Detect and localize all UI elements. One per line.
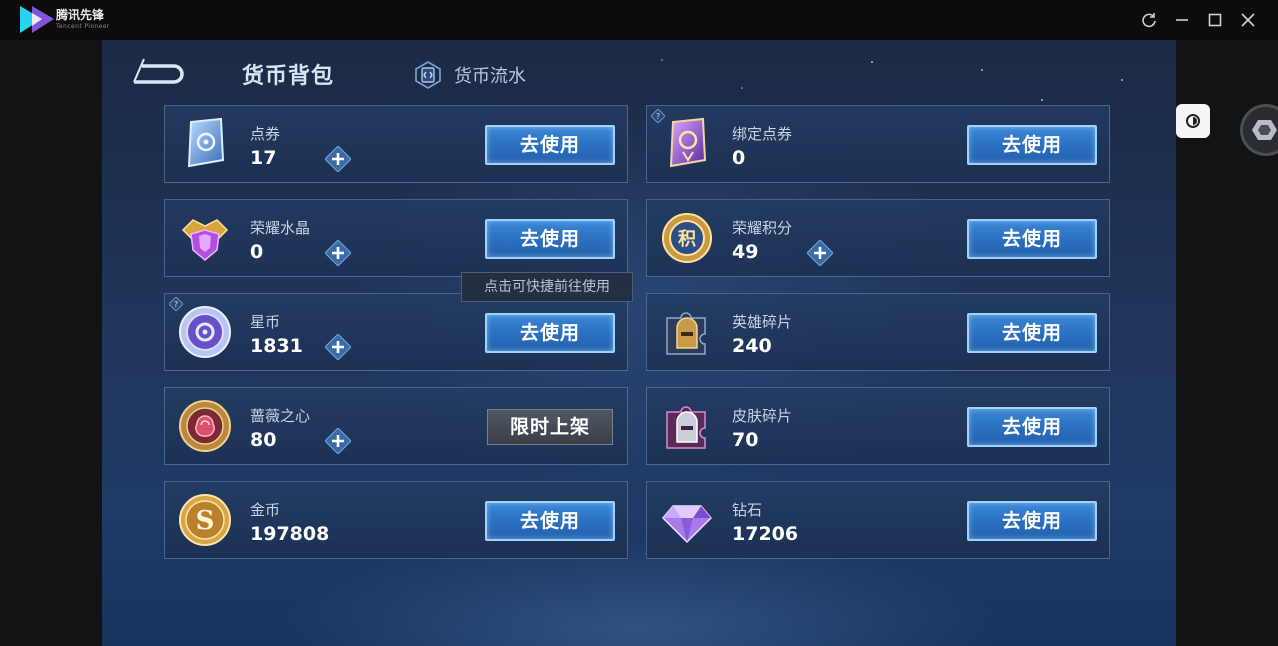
currency-card-star-coin: ? 星币 1831 去使用 [164, 293, 628, 371]
floating-toolbar-button[interactable] [1176, 104, 1210, 138]
quick-use-tooltip: 点击可快捷前往使用 [461, 272, 633, 302]
add-currency-button[interactable] [324, 239, 352, 267]
plus-icon [324, 145, 352, 173]
currency-card-bound-voucher: ? 绑定点券 0 去使用 [646, 105, 1110, 183]
add-currency-button[interactable] [324, 427, 352, 455]
gold-coin-icon: S [177, 492, 233, 548]
currency-amount: 0 [732, 147, 746, 169]
skin-fragment-icon [659, 398, 715, 454]
currency-card-glory-crystal: 荣耀水晶 0 去使用 [164, 199, 628, 277]
back-button[interactable] [128, 58, 186, 90]
currency-name: 金币 [250, 501, 281, 519]
use-button[interactable]: 去使用 [485, 219, 615, 259]
currency-name: 蔷薇之心 [250, 407, 311, 425]
use-button[interactable]: 去使用 [485, 501, 615, 541]
use-button[interactable]: 去使用 [967, 407, 1097, 447]
currency-name: 钻石 [732, 501, 763, 519]
minimize-icon[interactable] [1172, 10, 1192, 30]
hexagon-icon [1252, 120, 1277, 140]
plus-icon [806, 239, 834, 267]
add-currency-button[interactable] [806, 239, 834, 267]
voucher-card-icon [177, 116, 233, 172]
currency-card-hero-fragment: 英雄碎片 240 去使用 [646, 293, 1110, 371]
currency-amount: 1831 [250, 335, 303, 357]
currency-amount: 80 [250, 429, 277, 451]
currency-card-rose-heart: 蔷薇之心 80 限时上架 [164, 387, 628, 465]
currency-card-diamond: 钻石 17206 去使用 [646, 481, 1110, 559]
currency-card-glory-points: 积 荣耀积分 49 去使用 [646, 199, 1110, 277]
app-logo-icon [20, 6, 54, 33]
maximize-icon[interactable] [1205, 10, 1225, 30]
hero-fragment-icon [659, 304, 715, 360]
currency-flow-icon [415, 61, 441, 89]
use-button[interactable]: 去使用 [967, 125, 1097, 165]
record-icon [1186, 114, 1200, 128]
currency-backpack-screen: 货币背包 货币流水 点券 17 去使用 ? 绑定点券 0 去使用 荣耀水晶 0 … [102, 40, 1176, 646]
plus-icon [324, 333, 352, 361]
glory-crystal-icon [177, 210, 233, 266]
rose-heart-icon [177, 398, 233, 454]
back-arrow-icon [133, 58, 184, 84]
left-letterbox [0, 40, 102, 646]
use-button[interactable]: 去使用 [485, 125, 615, 165]
svg-text:积: 积 [678, 229, 696, 250]
add-currency-button[interactable] [324, 333, 352, 361]
currency-name: 星币 [250, 313, 281, 331]
currency-name: 荣耀积分 [732, 219, 793, 237]
currency-name: 英雄碎片 [732, 313, 793, 331]
tab-currency-flow-label: 货币流水 [454, 66, 526, 87]
app-name: 腾讯先锋 [56, 8, 105, 22]
use-button[interactable]: 去使用 [967, 501, 1097, 541]
currency-amount: 17 [250, 147, 277, 169]
currency-amount: 70 [732, 429, 759, 451]
star-coin-icon [177, 304, 233, 360]
close-icon[interactable] [1238, 10, 1258, 30]
currency-amount: 0 [250, 241, 264, 263]
currency-name: 皮肤碎片 [732, 407, 793, 425]
use-button[interactable]: 去使用 [967, 313, 1097, 353]
limited-time-button: 限时上架 [487, 409, 613, 445]
plus-icon [324, 427, 352, 455]
currency-name: 点券 [250, 125, 281, 143]
currency-name: 绑定点券 [732, 125, 793, 143]
currency-amount: 197808 [250, 523, 330, 545]
diamond-icon [659, 492, 715, 548]
currency-card-gold-coin: S 金币 197808 去使用 [164, 481, 628, 559]
refresh-icon[interactable] [1139, 10, 1159, 30]
currency-amount: 49 [732, 241, 759, 263]
use-button[interactable]: 去使用 [485, 313, 615, 353]
currency-card-skin-fragment: 皮肤碎片 70 去使用 [646, 387, 1110, 465]
app-subtitle: Tencent Pioneer [56, 23, 110, 30]
svg-text:S: S [196, 506, 215, 536]
plus-icon [324, 239, 352, 267]
window-title-bar: 腾讯先锋 Tencent Pioneer [0, 0, 1278, 40]
currency-amount: 17206 [732, 523, 799, 545]
page-title: 货币背包 [242, 64, 335, 89]
currency-card-voucher: 点券 17 去使用 [164, 105, 628, 183]
use-button[interactable]: 去使用 [967, 219, 1097, 259]
glory-points-icon: 积 [659, 210, 715, 266]
currency-amount: 240 [732, 335, 772, 357]
tab-currency-flow[interactable]: 货币流水 [414, 58, 526, 92]
add-currency-button[interactable] [324, 145, 352, 173]
currency-name: 荣耀水晶 [250, 219, 311, 237]
bound-voucher-icon [659, 116, 715, 172]
